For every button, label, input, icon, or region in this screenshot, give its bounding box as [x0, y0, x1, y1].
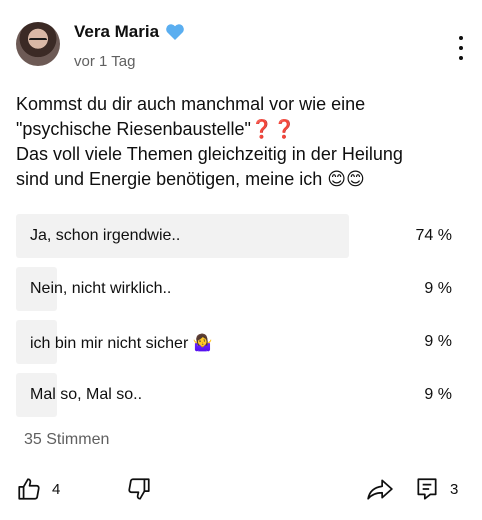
poll: Ja, schon irgendwie.. 74 % Nein, nicht w…: [16, 214, 466, 426]
avatar-glasses: [29, 38, 47, 45]
action-bar: 4 3: [0, 470, 482, 510]
blue-heart-icon: [165, 23, 185, 41]
dislike-button[interactable]: [126, 476, 152, 502]
poll-option[interactable]: ich bin mir nicht sicher 🤷‍♀️ 9 %: [16, 320, 466, 364]
author-name[interactable]: Vera Maria: [74, 22, 159, 42]
author-line: Vera Maria: [74, 22, 185, 42]
more-options-icon[interactable]: [456, 36, 466, 60]
poll-option-percent: 9 %: [424, 280, 452, 297]
post-header: Vera Maria vor 1 Tag: [16, 18, 466, 78]
poll-option-label: ich bin mir nicht sicher 🤷‍♀️: [30, 335, 213, 352]
poll-option-percent: 74 %: [415, 227, 452, 244]
comments-button[interactable]: 3: [414, 476, 458, 502]
poll-option[interactable]: Nein, nicht wirklich.. 9 %: [16, 267, 466, 311]
like-button[interactable]: 4: [16, 476, 60, 502]
share-arrow-icon: [366, 476, 394, 502]
thumbs-up-icon: [16, 476, 42, 502]
avatar[interactable]: [16, 22, 60, 66]
poll-option[interactable]: Ja, schon irgendwie.. 74 %: [16, 214, 466, 258]
poll-option-label: Ja, schon irgendwie..: [30, 227, 181, 244]
comment-icon: [414, 476, 440, 502]
share-button[interactable]: [366, 476, 394, 502]
thumbs-down-icon: [126, 476, 152, 502]
like-count: 4: [52, 480, 61, 498]
post-text: Kommst du dir auch manchmal vor wie eine…: [16, 94, 403, 189]
poll-option-percent: 9 %: [424, 333, 452, 350]
comment-count: 3: [450, 480, 459, 498]
poll-option-label: Mal so, Mal so..: [30, 386, 143, 403]
post-time: vor 1 Tag: [74, 53, 136, 70]
poll-option-label: Nein, nicht wirklich..: [30, 280, 172, 297]
poll-option[interactable]: Mal so, Mal so.. 9 %: [16, 373, 466, 417]
vote-count: 35 Stimmen: [24, 431, 110, 448]
poll-option-percent: 9 %: [424, 386, 452, 403]
